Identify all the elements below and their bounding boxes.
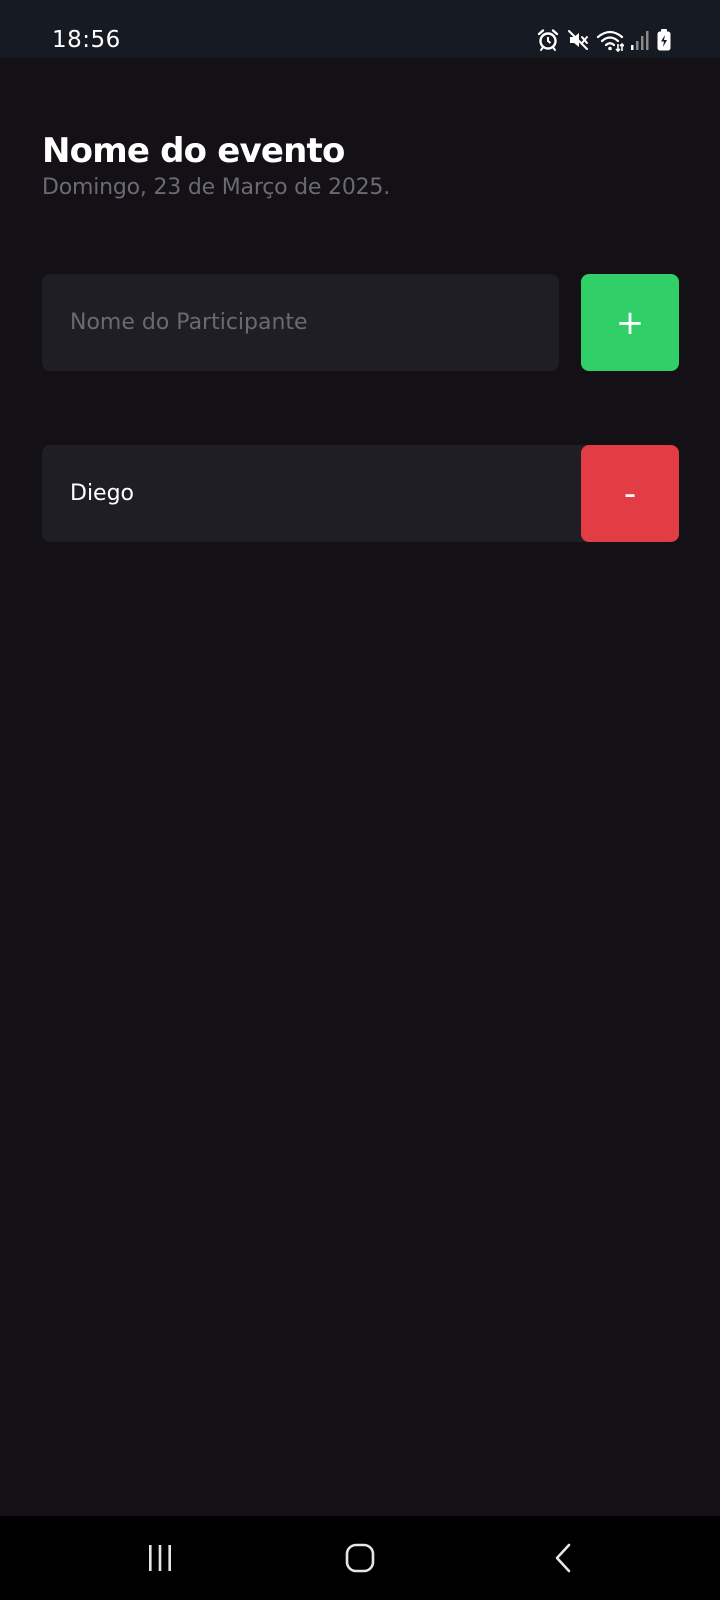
add-participant-button[interactable]: + xyxy=(581,274,679,371)
participant-list: Diego - xyxy=(42,445,679,558)
mute-icon xyxy=(566,28,590,52)
recents-icon xyxy=(149,1545,171,1571)
add-button-label: + xyxy=(615,302,645,343)
back-icon xyxy=(555,1543,571,1573)
home-icon xyxy=(345,1543,375,1573)
signal-icon xyxy=(630,29,650,51)
app-screen: 18:56 Nome do evento Domingo, 23 de Març… xyxy=(0,0,720,1600)
battery-charging-icon xyxy=(656,28,672,52)
home-button[interactable] xyxy=(300,1516,420,1600)
remove-button-label: - xyxy=(623,473,637,514)
back-button[interactable] xyxy=(503,1516,623,1600)
participant-name-input[interactable] xyxy=(42,274,559,371)
event-title: Nome do evento xyxy=(42,131,345,171)
wifi-icon xyxy=(596,28,624,52)
system-nav-bar xyxy=(0,1516,720,1600)
add-participant-form: + xyxy=(42,274,679,371)
status-bar: 18:56 xyxy=(0,0,720,58)
status-time: 18:56 xyxy=(52,27,121,53)
participant-item: Diego - xyxy=(42,445,679,542)
event-header: Nome do evento Domingo, 23 de Março de 2… xyxy=(42,128,390,204)
remove-participant-button[interactable]: - xyxy=(581,445,679,542)
event-date: Domingo, 23 de Março de 2025. xyxy=(42,175,391,200)
alarm-icon xyxy=(536,28,560,52)
participant-name: Diego xyxy=(70,481,135,506)
status-icons xyxy=(536,24,672,56)
recents-button[interactable] xyxy=(100,1516,220,1600)
